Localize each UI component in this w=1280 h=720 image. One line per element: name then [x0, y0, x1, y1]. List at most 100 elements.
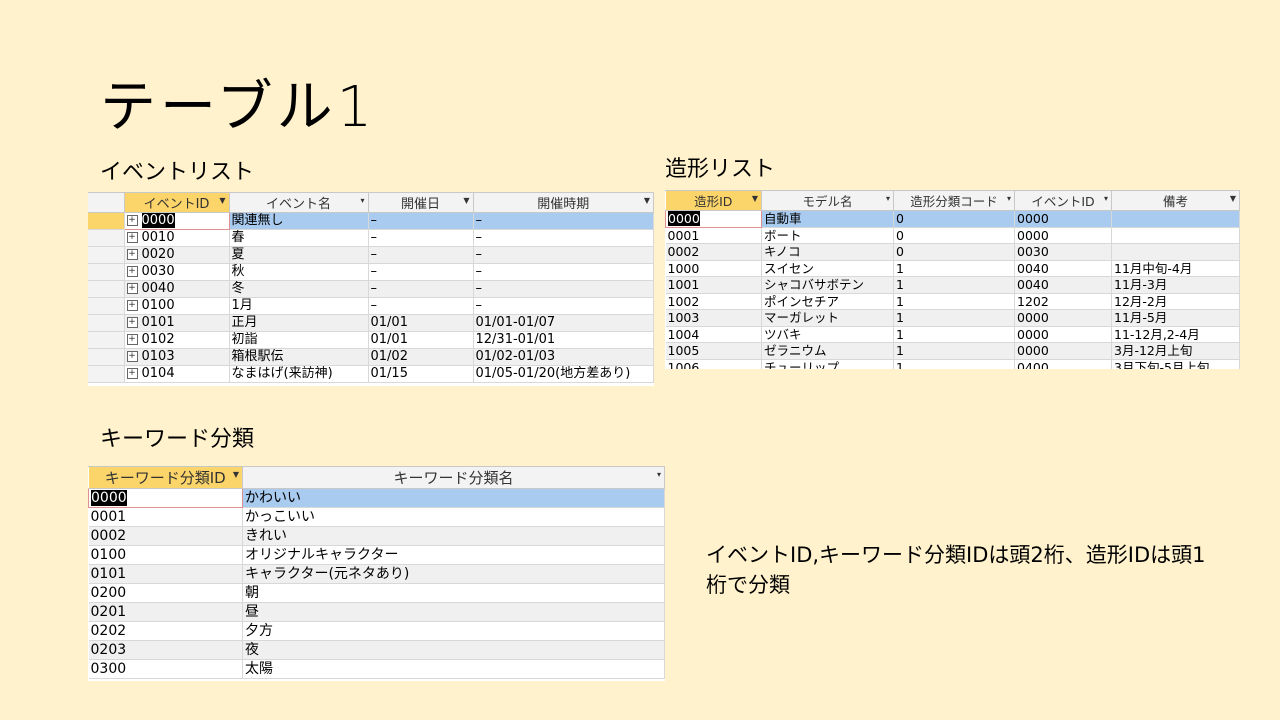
table-cell[interactable]: 1: [893, 342, 1015, 360]
table-cell[interactable]: –: [473, 212, 654, 230]
table-cell[interactable]: 1006: [665, 359, 762, 369]
table-cell[interactable]: 箱根駅伝: [229, 348, 369, 366]
table-cell[interactable]: 関連無し: [229, 212, 369, 230]
table-cell[interactable]: ツバキ: [761, 326, 894, 343]
table-cell[interactable]: キャラクター(元ネタあり): [242, 564, 665, 584]
record-selector[interactable]: [88, 348, 125, 366]
expand-icon[interactable]: +: [126, 368, 138, 379]
table-row[interactable]: 1004 ツバキ 1 0000 11-12月,2-4月: [665, 326, 1240, 343]
table-cell[interactable]: –: [368, 212, 474, 230]
table-cell[interactable]: [1111, 227, 1240, 244]
table-row[interactable]: +0010 春 – –: [88, 229, 654, 247]
table-cell[interactable]: シャコバサボテン: [761, 276, 894, 294]
table-cell[interactable]: 0203: [88, 640, 243, 660]
table-cell[interactable]: 1: [893, 309, 1015, 327]
table-row[interactable]: 0000 かわいい: [88, 488, 665, 508]
table-cell[interactable]: 太陽: [242, 659, 665, 679]
table-row[interactable]: 1001 シャコバサボテン 1 0040 11月-3月: [665, 276, 1240, 294]
table-cell[interactable]: 1005: [665, 342, 762, 360]
table-cell[interactable]: +0103: [124, 348, 230, 366]
table-cell[interactable]: 01/02: [368, 348, 474, 366]
table-cell[interactable]: 0200: [88, 583, 243, 603]
table-cell[interactable]: 0000: [1014, 326, 1112, 343]
table-cell[interactable]: 1: [893, 276, 1015, 294]
table-cell[interactable]: +0040: [124, 280, 230, 298]
record-selector[interactable]: [88, 246, 125, 264]
table-cell[interactable]: –: [473, 280, 654, 298]
table-cell[interactable]: 0100: [88, 545, 243, 565]
table-cell[interactable]: 春: [229, 229, 369, 247]
table-cell[interactable]: 夜: [242, 640, 665, 660]
column-header-keyword-name[interactable]: キーワード分類名 ▾: [242, 467, 665, 489]
table-cell[interactable]: 1月: [229, 297, 369, 315]
select-all-corner[interactable]: [88, 193, 125, 213]
dropdown-icon[interactable]: ▾: [1007, 194, 1011, 203]
table-cell[interactable]: 01/05-01/20(地方差あり): [473, 365, 654, 383]
expand-icon[interactable]: +: [126, 317, 138, 328]
table-row[interactable]: 0101 キャラクター(元ネタあり): [88, 564, 665, 584]
dropdown-icon[interactable]: ▾: [1104, 194, 1108, 203]
table-cell[interactable]: 1: [893, 326, 1015, 343]
table-cell[interactable]: –: [368, 280, 474, 298]
filter-icon[interactable]: ▼: [644, 196, 650, 205]
table-cell[interactable]: –: [473, 263, 654, 281]
table-row[interactable]: 0002 キノコ 0 0030: [665, 243, 1240, 261]
table-row[interactable]: +0104 なまはげ(来訪神) 01/15 01/05-01/20(地方差あり): [88, 365, 654, 383]
table-cell[interactable]: 0400: [1014, 359, 1112, 369]
table-cell[interactable]: 秋: [229, 263, 369, 281]
expand-icon[interactable]: +: [126, 266, 138, 277]
expand-icon[interactable]: +: [126, 300, 138, 311]
filter-icon[interactable]: ▼: [219, 196, 225, 205]
dropdown-icon[interactable]: ▾: [657, 470, 661, 479]
table-row[interactable]: 1005 ゼラニウム 1 0000 3月-12月上旬: [665, 342, 1240, 360]
table-cell[interactable]: 夏: [229, 246, 369, 264]
table-cell[interactable]: 0000: [1014, 210, 1112, 228]
table-row[interactable]: 0000 自動車 0 0000: [665, 210, 1240, 228]
table-row[interactable]: 0002 きれい: [88, 526, 665, 546]
table-cell[interactable]: 11月-3月: [1111, 276, 1240, 294]
table-cell[interactable]: 1: [893, 260, 1015, 277]
table-cell[interactable]: 01/01: [368, 314, 474, 332]
table-cell[interactable]: 11月-5月: [1111, 309, 1240, 327]
column-header-event-id[interactable]: イベントID ▼: [124, 193, 230, 213]
table-cell[interactable]: –: [368, 263, 474, 281]
expand-icon[interactable]: +: [126, 334, 138, 345]
record-selector[interactable]: [88, 229, 125, 247]
table-cell[interactable]: +0010: [124, 229, 230, 247]
dropdown-icon[interactable]: ▾: [886, 194, 890, 203]
expand-icon[interactable]: +: [126, 283, 138, 294]
table-cell[interactable]: 01/01: [368, 331, 474, 349]
table-cell[interactable]: かっこいい: [242, 507, 665, 527]
table-row[interactable]: +0103 箱根駅伝 01/02 01/02-01/03: [88, 348, 654, 366]
dropdown-icon[interactable]: ▾: [360, 196, 364, 205]
table-row[interactable]: +0000 関連無し – –: [88, 212, 654, 230]
table-cell[interactable]: 01/02-01/03: [473, 348, 654, 366]
table-cell[interactable]: 0201: [88, 602, 243, 622]
table-cell[interactable]: 12/31-01/01: [473, 331, 654, 349]
table-cell[interactable]: 0040: [1014, 260, 1112, 277]
table-cell[interactable]: 1002: [665, 293, 762, 310]
expand-icon[interactable]: +: [126, 232, 138, 243]
table-cell[interactable]: 0: [893, 210, 1015, 228]
table-row[interactable]: 0201 昼: [88, 602, 665, 622]
table-cell[interactable]: 0000: [665, 210, 762, 228]
table-cell[interactable]: スイセン: [761, 260, 894, 277]
table-cell[interactable]: 01/01-01/07: [473, 314, 654, 332]
table-cell[interactable]: 1004: [665, 326, 762, 343]
column-header-event-period[interactable]: 開催時期 ▼: [473, 193, 654, 213]
filter-icon[interactable]: ▼: [233, 470, 239, 479]
table-row[interactable]: 1006 チューリップ 1 0400 3月下旬-5月上旬: [665, 359, 1240, 369]
record-selector[interactable]: [88, 280, 125, 298]
table-cell[interactable]: 1: [893, 293, 1015, 310]
table-cell[interactable]: 0002: [665, 243, 762, 261]
table-row[interactable]: +0102 初詣 01/01 12/31-01/01: [88, 331, 654, 349]
table-cell[interactable]: 自動車: [761, 210, 894, 228]
table-cell[interactable]: なまはげ(来訪神): [229, 365, 369, 383]
table-cell[interactable]: 11月中旬-4月: [1111, 260, 1240, 277]
table-cell[interactable]: 0001: [665, 227, 762, 244]
table-row[interactable]: 0200 朝: [88, 583, 665, 603]
table-row[interactable]: 0100 オリジナルキャラクター: [88, 545, 665, 565]
table-cell[interactable]: –: [368, 229, 474, 247]
table-row[interactable]: 0203 夜: [88, 640, 665, 660]
record-selector[interactable]: [88, 314, 125, 332]
